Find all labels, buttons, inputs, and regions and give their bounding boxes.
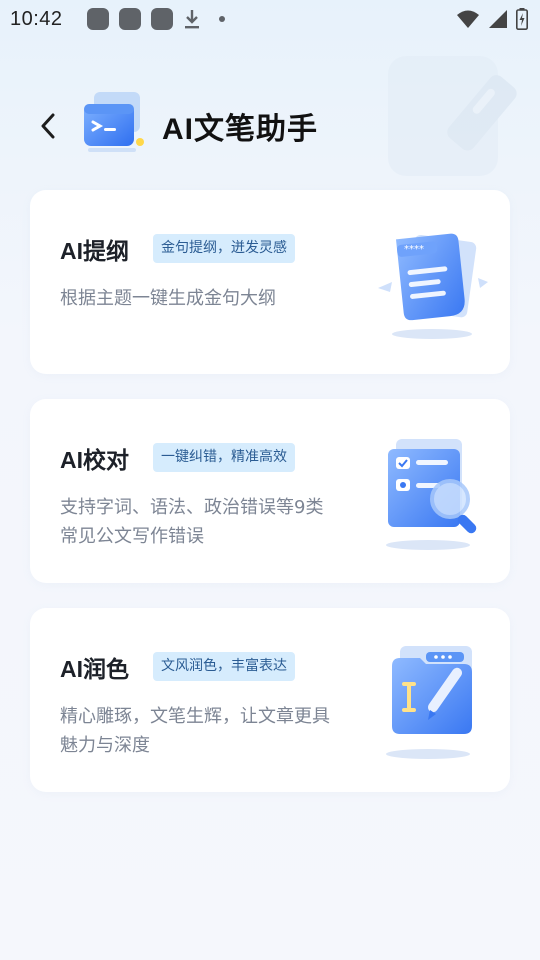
wifi-icon — [457, 10, 479, 28]
status-bar: 10:42 — [0, 0, 540, 38]
status-time: 10:42 — [10, 7, 63, 30]
app-notification-icon — [150, 8, 173, 30]
card-description: 精心雕琢，文笔生辉，让文章更具魅力与深度 — [60, 706, 330, 756]
feature-card-outline[interactable]: AI提纲 金句提纲，迸发灵感 根据主题一键生成金句大纲 **** — [30, 190, 510, 374]
card-badge: 文风润色，丰富表达 — [153, 652, 295, 681]
feature-card-proofread[interactable]: AI校对 一键纠错，精准高效 支持字词、语法、政治错误等9类常见公文写作错误 — [30, 399, 510, 583]
system-icons — [456, 8, 528, 30]
page-title: AI文笔助手 — [162, 113, 318, 146]
polish-pen-icon — [386, 646, 472, 759]
proofread-magnifier-icon — [386, 439, 477, 550]
more-dot-icon — [218, 16, 225, 22]
card-description: 根据主题一键生成金句大纲 — [60, 288, 276, 309]
download-icon — [184, 10, 199, 29]
card-title: AI校对 — [60, 447, 129, 473]
card-title: AI润色 — [60, 656, 129, 682]
card-badge: 一键纠错，精准高效 — [153, 443, 295, 472]
card-title: AI提纲 — [60, 238, 129, 264]
battery-charging-icon — [516, 8, 528, 30]
outline-document-icon: **** — [378, 233, 488, 339]
card-description: 支持字词、语法、政治错误等9类常见公文写作错误 — [60, 497, 324, 547]
app-notification-icon — [86, 8, 109, 30]
card-badge: 金句提纲，迸发灵感 — [153, 234, 295, 263]
notification-icons — [86, 8, 225, 30]
feature-card-polish[interactable]: AI润色 文风润色，丰富表达 精心雕琢，文笔生辉，让文章更具魅力与深度 — [30, 608, 510, 792]
cellular-signal-icon — [489, 10, 507, 28]
chevron-left-icon — [41, 113, 55, 139]
back-button[interactable] — [30, 108, 66, 144]
app-notification-icon — [118, 8, 141, 30]
header: AI文笔助手 — [0, 80, 540, 170]
mask-text: **** — [404, 244, 424, 255]
terminal-window-icon — [84, 92, 144, 152]
